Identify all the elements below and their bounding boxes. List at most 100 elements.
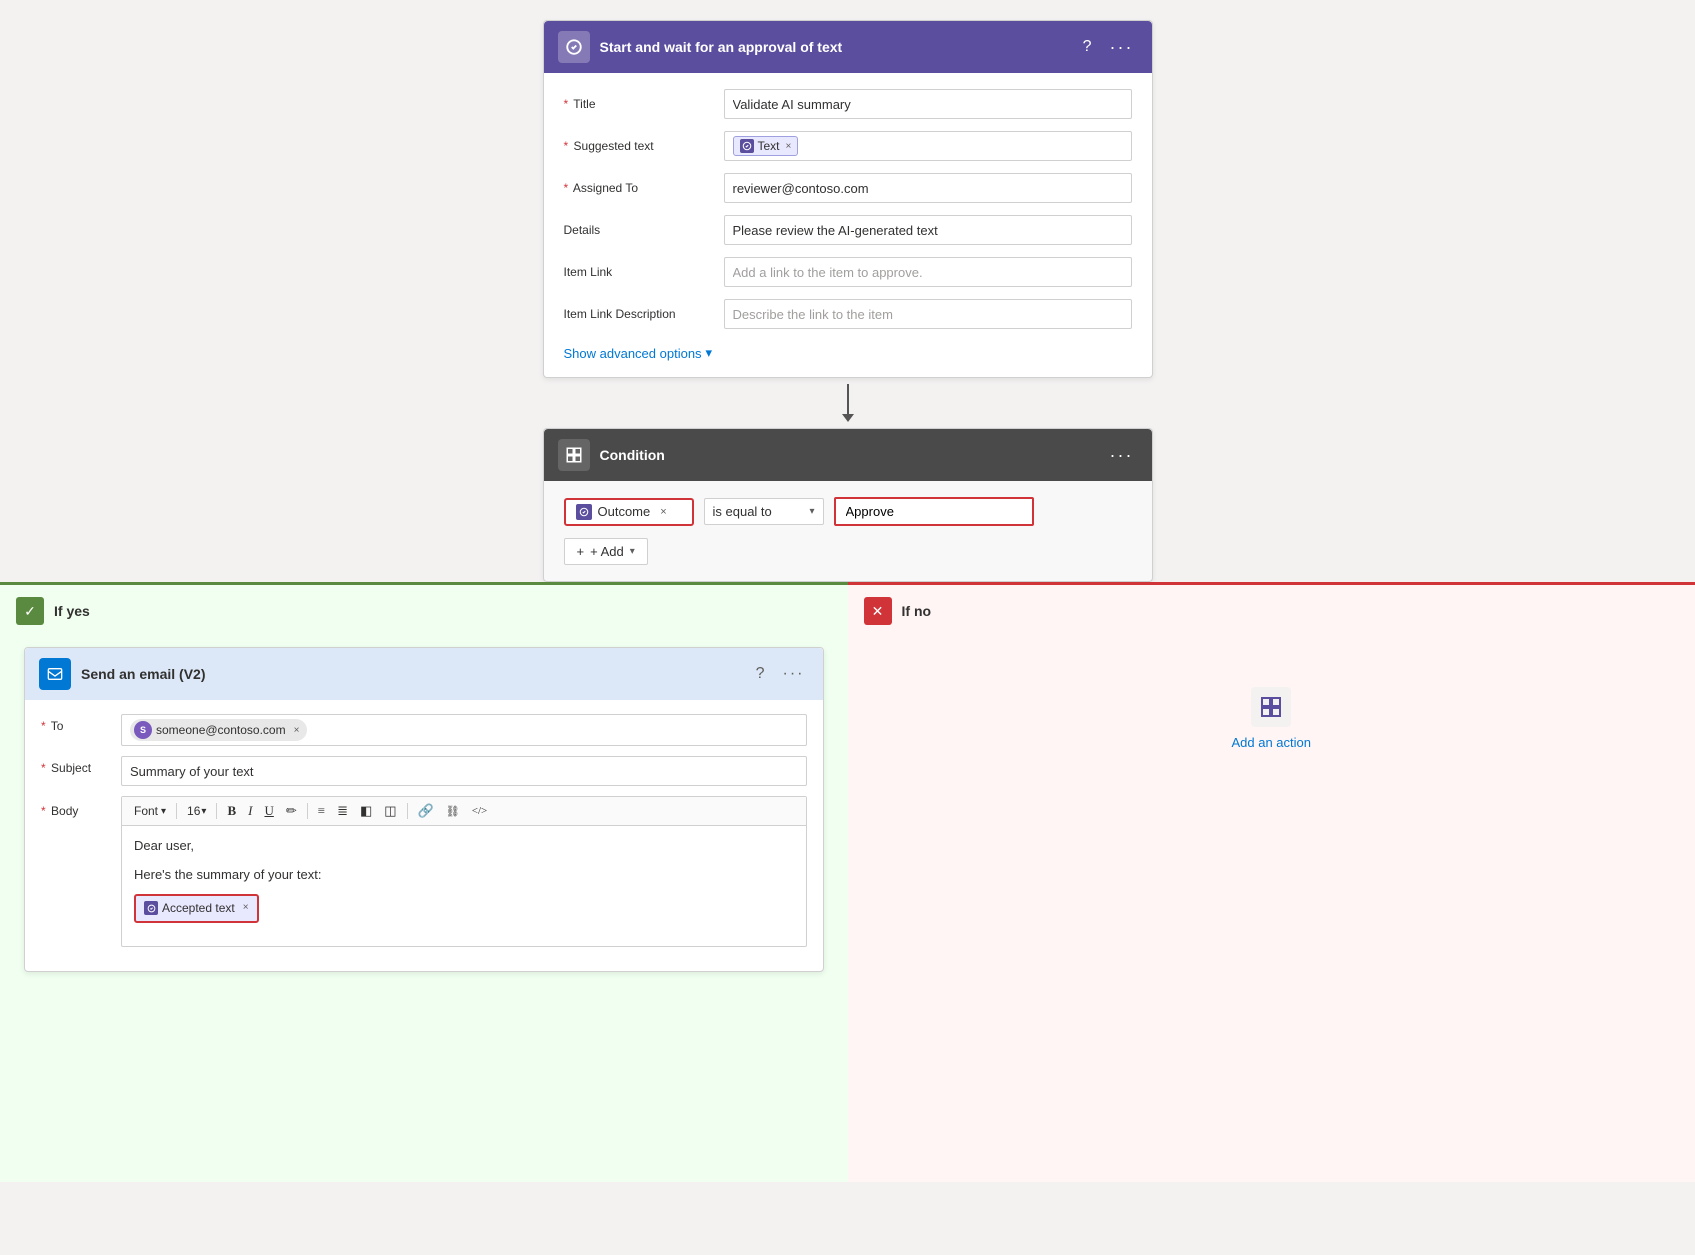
email-subject-input[interactable] [121, 756, 807, 786]
if-no-content: Add an action [848, 637, 1695, 800]
item-link-desc-field-row: Item Link Description [564, 299, 1132, 329]
details-field-row: Details [564, 215, 1132, 245]
recipient-avatar: S [134, 721, 152, 739]
outcome-token[interactable]: Outcome × [564, 498, 694, 526]
email-to-row: * To S someone@contoso.com × [41, 714, 807, 746]
condition-title: Condition [600, 447, 1096, 463]
show-advanced-button[interactable]: Show advanced options ▾ [564, 345, 713, 361]
paint-button[interactable]: ✏ [282, 801, 301, 821]
text-token-close[interactable]: × [786, 141, 792, 152]
text-token: Text × [733, 136, 799, 156]
if-no-panel: ✕ If no Add an action [848, 582, 1695, 1182]
email-body: * To S someone@contoso.com × [25, 700, 823, 971]
assigned-to-label: * Assigned To [564, 181, 714, 195]
if-no-label: If no [902, 603, 932, 619]
split-section: ✓ If yes S [0, 582, 1695, 1182]
assigned-to-field-row: * Assigned To [564, 173, 1132, 203]
item-link-desc-label: Item Link Description [564, 307, 714, 321]
condition-body: Outcome × is equal to ▾ + + Add ▾ [544, 481, 1152, 581]
underline-button[interactable]: U [260, 801, 277, 821]
unlink-button[interactable]: ⛓ [442, 803, 464, 820]
condition-row: Outcome × is equal to ▾ [564, 497, 1132, 526]
bold-button[interactable]: B [223, 801, 240, 821]
recipient-badge: S someone@contoso.com × [130, 719, 307, 741]
item-link-input[interactable] [724, 257, 1132, 287]
unordered-list-button[interactable]: ≡ [314, 801, 329, 821]
ordered-list-button[interactable]: ≣ [333, 801, 352, 821]
email-body-row: * Body Font ▾ [41, 796, 807, 947]
email-card: Send an email (V2) ? ··· [24, 647, 824, 972]
if-yes-icon: ✓ [16, 597, 44, 625]
suggested-text-input[interactable]: Text × [724, 131, 1132, 161]
body-line-1: Dear user, [134, 836, 794, 857]
email-to-input[interactable]: S someone@contoso.com × [121, 714, 807, 746]
toolbar-divider-3 [307, 803, 308, 819]
accepted-text-token-container: Accepted text × [134, 894, 794, 923]
approval-header-icon [558, 31, 590, 63]
body-editor[interactable]: Font ▾ 16 ▾ [121, 796, 807, 947]
body-line-2: Here's the summary of your text: [134, 865, 794, 886]
details-input[interactable] [724, 215, 1132, 245]
item-link-field-row: Item Link [564, 257, 1132, 287]
if-yes-content: Send an email (V2) ? ··· [0, 637, 848, 982]
email-subject-row: * Subject [41, 756, 807, 786]
suggested-text-field-row: * Suggested text Text × [564, 131, 1132, 161]
accepted-token-close[interactable]: × [243, 900, 249, 916]
approval-help-button[interactable]: ? [1079, 36, 1096, 58]
connector-arrow-1 [842, 378, 854, 428]
if-no-header: ✕ If no [848, 585, 1695, 637]
if-no-icon: ✕ [864, 597, 892, 625]
align-left-button[interactable]: ◧ [356, 801, 376, 821]
add-action-button[interactable]: Add an action [1231, 687, 1311, 750]
approval-more-button[interactable]: ··· [1106, 35, 1138, 60]
text-token-icon [740, 139, 754, 153]
condition-add-button[interactable]: + + Add ▾ [564, 538, 648, 565]
condition-operator-select[interactable]: is equal to ▾ [704, 498, 824, 525]
add-action-area: Add an action [864, 647, 1680, 790]
align-center-button[interactable]: ◫ [380, 801, 400, 821]
editor-content[interactable]: Dear user, Here's the summary of your te… [122, 826, 806, 946]
email-title: Send an email (V2) [81, 666, 742, 682]
approval-header-actions: ? ··· [1079, 35, 1138, 60]
toolbar-divider-2 [216, 803, 217, 819]
details-label: Details [564, 223, 714, 237]
if-yes-label: If yes [54, 603, 90, 619]
accepted-text-token: Accepted text × [134, 894, 259, 923]
plus-icon: + [577, 544, 585, 559]
if-yes-panel: ✓ If yes S [0, 582, 848, 1182]
approval-card: Start and wait for an approval of text ?… [543, 20, 1153, 378]
email-subject-label: * Subject [41, 756, 111, 775]
add-label: + Add [590, 544, 624, 559]
email-body-label: * Body [41, 796, 111, 818]
approval-body: * Title * Suggested text [544, 73, 1152, 377]
email-header: Send an email (V2) ? ··· [25, 648, 823, 700]
font-selector[interactable]: Font ▾ [130, 802, 170, 820]
recipient-close[interactable]: × [294, 725, 300, 736]
email-to-label: * To [41, 714, 111, 733]
email-header-icon [39, 658, 71, 690]
code-button[interactable]: </> [468, 803, 491, 819]
link-button[interactable]: 🔗 [414, 801, 438, 821]
title-label: * Title [564, 97, 714, 111]
title-input[interactable] [724, 89, 1132, 119]
assigned-to-input[interactable] [724, 173, 1132, 203]
italic-button[interactable]: I [244, 801, 256, 821]
condition-more-button[interactable]: ··· [1106, 443, 1138, 468]
email-help-button[interactable]: ? [752, 663, 769, 685]
condition-header-icon [558, 439, 590, 471]
toolbar-divider-1 [176, 803, 177, 819]
add-action-label: Add an action [1231, 735, 1311, 750]
email-more-button[interactable]: ··· [779, 663, 809, 685]
title-field-row: * Title [564, 89, 1132, 119]
outcome-token-icon [576, 504, 592, 520]
add-action-icon [1251, 687, 1291, 727]
font-size-selector[interactable]: 16 ▾ [183, 802, 210, 820]
editor-toolbar: Font ▾ 16 ▾ [122, 797, 806, 826]
if-yes-header: ✓ If yes [0, 585, 848, 637]
item-link-label: Item Link [564, 265, 714, 279]
condition-header: Condition ··· [544, 429, 1152, 481]
item-link-desc-input[interactable] [724, 299, 1132, 329]
condition-card: Condition ··· Outcome × [543, 428, 1153, 582]
outcome-token-close[interactable]: × [660, 506, 666, 518]
condition-value-input[interactable] [834, 497, 1034, 526]
